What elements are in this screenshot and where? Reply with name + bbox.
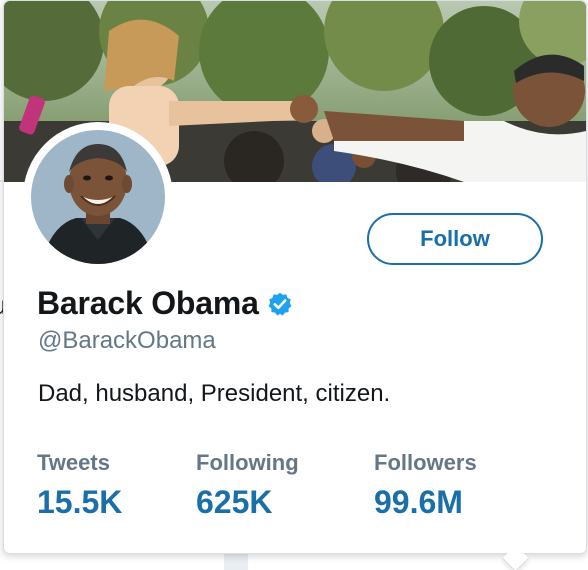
hovercard-pointer — [502, 545, 529, 570]
background-divider — [224, 552, 248, 570]
stat-label: Tweets — [37, 450, 110, 475]
stat-value: 99.6M — [374, 484, 463, 520]
stat-value: 625K — [196, 484, 273, 520]
stat-label: Following — [196, 450, 299, 475]
profile-hovercard: Follow Barack Obama @BarackObama Dad, hu… — [3, 0, 587, 570]
page: u — [0, 0, 588, 570]
stat-label: Followers — [374, 450, 477, 475]
stat-followers[interactable]: Followers 99.6M — [374, 450, 477, 521]
profile-bio: Dad, husband, President, citizen. — [38, 380, 391, 407]
stat-value: 15.5K — [37, 484, 123, 520]
name-row: Barack Obama — [37, 285, 293, 322]
verified-badge-icon — [267, 291, 293, 317]
profile-handle[interactable]: @BarackObama — [38, 327, 216, 355]
profile-avatar[interactable] — [23, 122, 173, 272]
display-name[interactable]: Barack Obama — [37, 285, 259, 322]
stat-following[interactable]: Following 625K — [196, 450, 299, 521]
stat-tweets[interactable]: Tweets 15.5K — [37, 450, 122, 521]
follow-button[interactable]: Follow — [367, 213, 543, 265]
